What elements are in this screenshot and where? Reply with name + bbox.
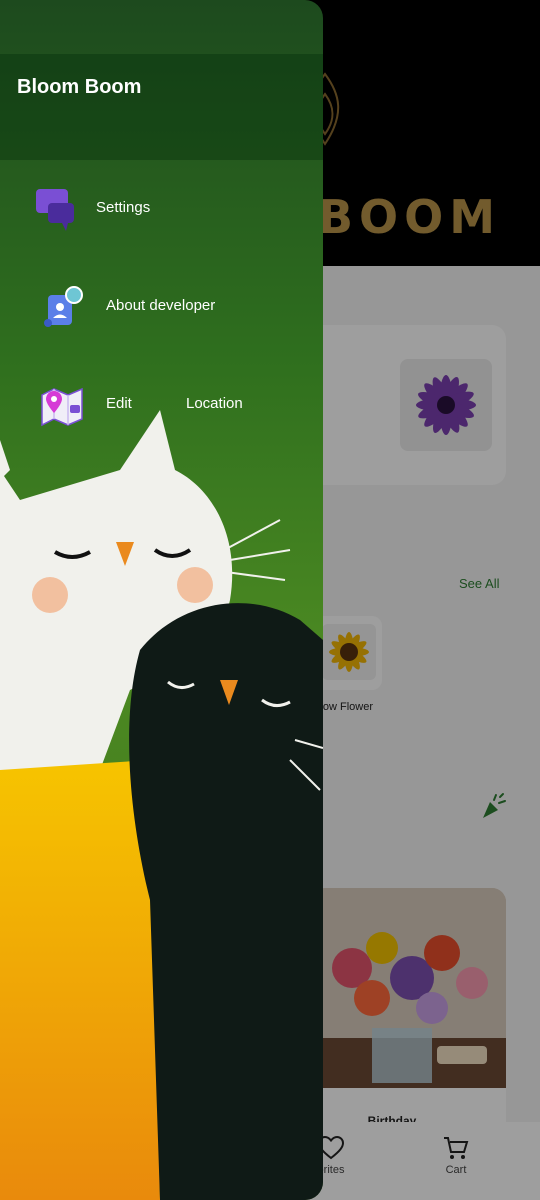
- navigation-drawer: Bloom Boom Settings About developer Edit…: [0, 0, 323, 1200]
- chat-bubbles-icon: [36, 189, 74, 231]
- drawer-title: Bloom Boom: [17, 76, 142, 98]
- drawer-item-edit-label: Edit: [106, 395, 132, 412]
- drawer-item-about-developer[interactable]: About developer: [0, 277, 323, 337]
- drawer-item-location-label: Location: [186, 395, 243, 412]
- drawer-item-about-label: About developer: [106, 297, 216, 314]
- id-badge-icon: [44, 286, 83, 327]
- drawer-item-settings-label: Settings: [96, 199, 151, 216]
- map-pin-icon: [41, 387, 83, 427]
- drawer-item-edit-location[interactable]: Edit Location: [0, 375, 323, 435]
- drawer-item-settings[interactable]: Settings: [0, 179, 323, 239]
- drawer-header: Bloom Boom: [0, 54, 323, 160]
